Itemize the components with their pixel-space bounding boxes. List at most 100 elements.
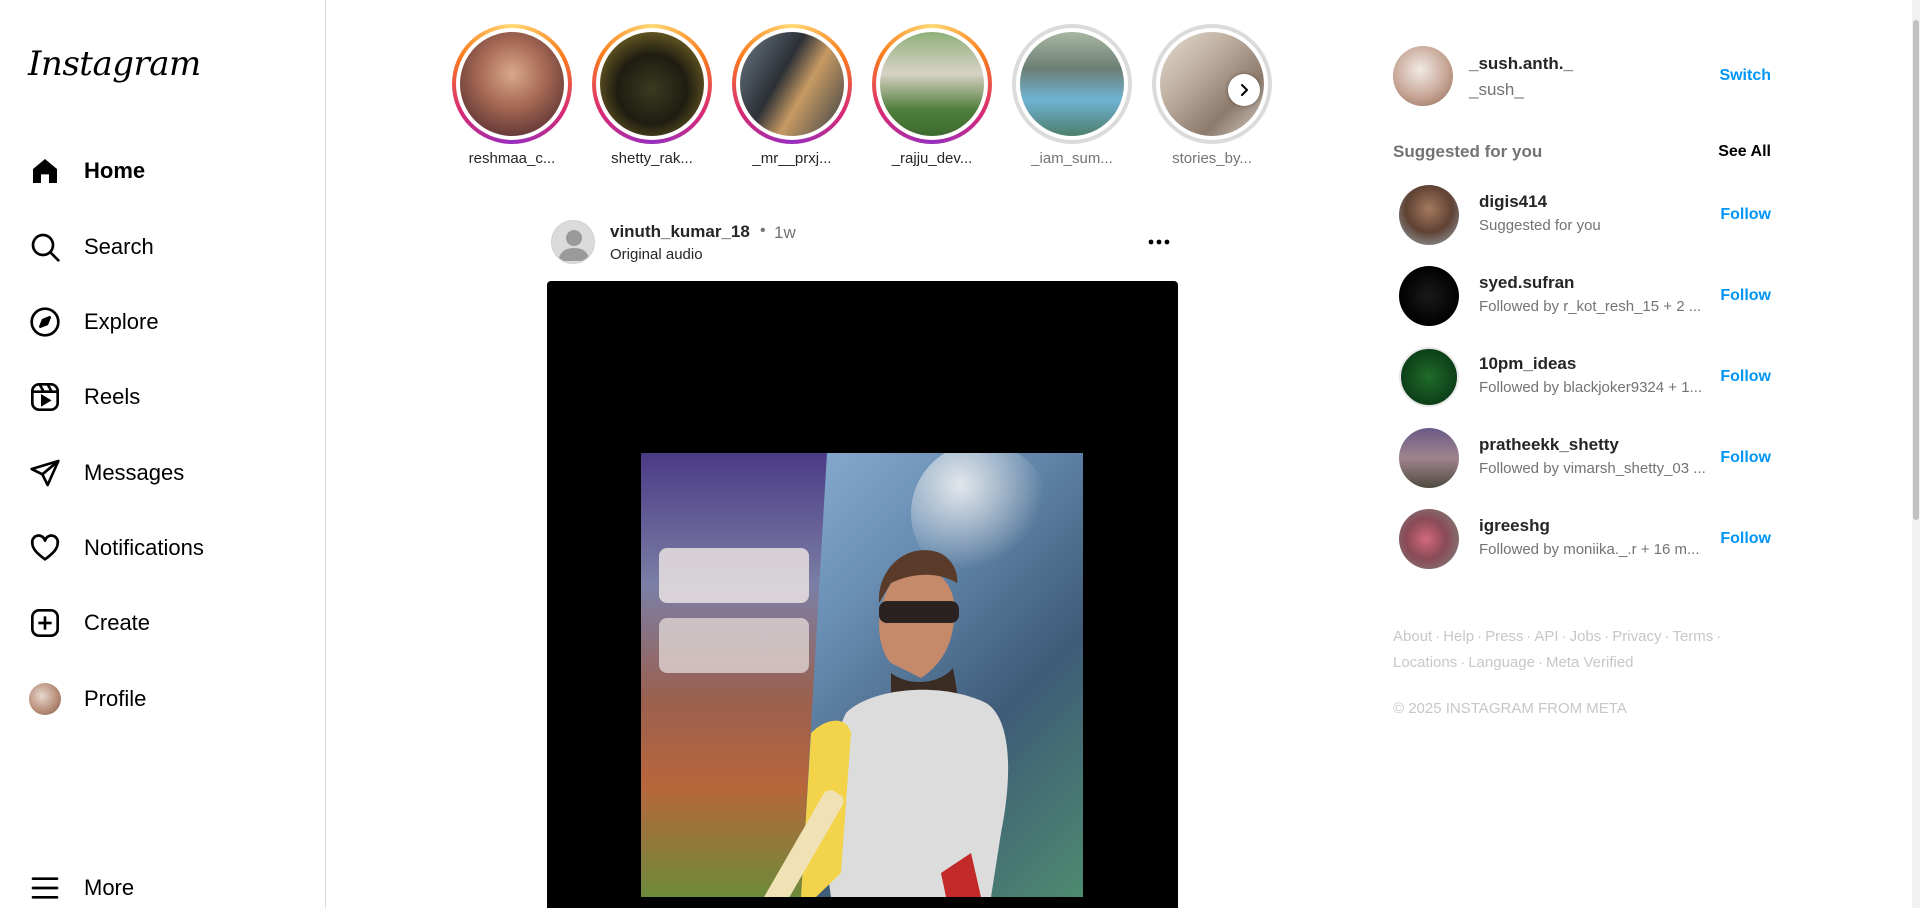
more-options-button[interactable] <box>1146 232 1172 252</box>
instagram-app: Instagram Home Search Explore Reels Mess… <box>0 0 1920 908</box>
footer-link-press[interactable]: Press <box>1485 628 1523 645</box>
story-item[interactable]: _mr__prxj... <box>730 24 854 167</box>
nav-reels-label: Reels <box>84 384 141 409</box>
suggestion-username[interactable]: digis414 <box>1479 192 1547 212</box>
suggestion-username[interactable]: igreeshg <box>1479 516 1550 536</box>
copyright-text: © 2025 INSTAGRAM FROM META <box>1393 700 1627 717</box>
default-user-icon <box>558 230 590 261</box>
post-image <box>641 453 1083 897</box>
see-all-link[interactable]: See All <box>1718 143 1771 161</box>
suggestion-username[interactable]: pratheekk_shetty <box>1479 435 1619 455</box>
story-username: shetty_rak... <box>611 150 693 167</box>
suggestion-row: 10pm_ideas Followed by blackjoker9324 + … <box>1399 346 1777 408</box>
follow-button[interactable]: Follow <box>1720 206 1771 224</box>
footer-links: About · Help · Press · API · Jobs · Privacy · Terms ·… <box>1393 628 1722 671</box>
suggestion-subtitle: Followed by blackjoker9324 + 1... <box>1479 379 1703 396</box>
suggestion-subtitle: Followed by vimarsh_shetty_03 ... <box>1479 460 1706 477</box>
footer-link-about[interactable]: About <box>1393 628 1432 645</box>
footer-link-privacy[interactable]: Privacy <box>1612 628 1661 645</box>
post-username[interactable]: vinuth_kumar_18 <box>610 222 750 242</box>
suggestion-avatar[interactable] <box>1399 266 1459 326</box>
nav-profile[interactable]: Profile <box>28 675 308 723</box>
story-username: _rajju_dev... <box>891 150 973 167</box>
follow-button[interactable]: Follow <box>1720 287 1771 305</box>
suggestion-subtitle: Followed by moniika._.r + 16 m... <box>1479 541 1700 558</box>
current-user-username[interactable]: _sush.anth._ <box>1469 54 1573 74</box>
nav-notifications[interactable]: Notifications <box>28 524 308 572</box>
page-scrollbar[interactable] <box>1912 0 1920 908</box>
nav-reels[interactable]: Reels <box>28 373 308 421</box>
nav-more-label: More <box>84 875 135 900</box>
footer-link-api[interactable]: API <box>1534 628 1558 645</box>
footer-link-language[interactable]: Language <box>1468 654 1535 671</box>
suggestion-username[interactable]: syed.sufran <box>1479 273 1574 293</box>
sidebar: Instagram Home Search Explore Reels Mess… <box>0 0 326 908</box>
current-user-avatar[interactable] <box>1393 46 1453 106</box>
story-username: stories_by... <box>1172 150 1252 167</box>
suggestion-row: igreeshg Followed by moniika._.r + 16 m.… <box>1399 508 1777 570</box>
nav-home-label: Home <box>84 158 146 183</box>
suggestion-row: pratheekk_shetty Followed by vimarsh_she… <box>1399 427 1777 489</box>
story-avatar <box>600 32 704 136</box>
story-avatar <box>1020 32 1124 136</box>
nav-search-label: Search <box>84 234 154 259</box>
nav-more[interactable]: More <box>28 864 308 908</box>
home-icon <box>28 154 62 188</box>
scrollbar-thumb[interactable] <box>1913 20 1919 520</box>
right-sidebar: _sush.anth._ _sush_ Switch Suggested for… <box>1393 0 1783 908</box>
follow-button[interactable]: Follow <box>1720 530 1771 548</box>
story-avatar <box>740 32 844 136</box>
suggestion-avatar[interactable] <box>1399 428 1459 488</box>
footer-link-help[interactable]: Help <box>1443 628 1474 645</box>
story-username: reshmaa_c... <box>468 150 556 167</box>
post-media[interactable] <box>547 281 1178 908</box>
story-avatar <box>460 32 564 136</box>
footer-link-jobs[interactable]: Jobs <box>1570 628 1602 645</box>
story-item[interactable]: shetty_rak... <box>590 24 714 167</box>
story-item[interactable]: _rajju_dev... <box>870 24 994 167</box>
post-author-avatar[interactable] <box>551 220 595 264</box>
story-item[interactable]: _iam_sum... <box>1010 24 1134 167</box>
nav-home[interactable]: Home <box>28 147 308 195</box>
nav-profile-label: Profile <box>84 686 147 711</box>
suggestion-row: digis414 Suggested for you Follow <box>1399 184 1777 246</box>
story-username: _iam_sum... <box>1031 150 1113 167</box>
suggestion-avatar[interactable] <box>1399 347 1459 407</box>
suggestion-avatar[interactable] <box>1399 185 1459 245</box>
suggestions-heading: Suggested for you <box>1393 142 1543 161</box>
suggestion-subtitle: Suggested for you <box>1479 217 1601 234</box>
heart-icon <box>28 531 62 565</box>
suggestion-avatar[interactable] <box>1399 509 1459 569</box>
paper-plane-icon <box>28 456 62 490</box>
footer-link-locations[interactable]: Locations <box>1393 654 1457 671</box>
nav-notifications-label: Notifications <box>84 535 204 560</box>
post-header: vinuth_kumar_18 • 1w Original audio <box>550 218 1178 268</box>
post-separator: • <box>760 222 766 239</box>
story-username: _mr__prxj... <box>752 150 832 167</box>
compass-icon <box>28 305 62 339</box>
suggestion-row: syed.sufran Followed by r_kot_resh_15 + … <box>1399 265 1777 327</box>
follow-button[interactable]: Follow <box>1720 368 1771 386</box>
nav-explore[interactable]: Explore <box>28 298 308 346</box>
switch-account-button[interactable]: Switch <box>1719 67 1771 85</box>
nav-create[interactable]: Create <box>28 599 308 647</box>
plus-square-icon <box>28 606 62 640</box>
hamburger-menu-icon <box>28 871 62 905</box>
search-icon <box>28 230 62 264</box>
nav-messages[interactable]: Messages <box>28 449 308 497</box>
suggestion-username[interactable]: 10pm_ideas <box>1479 354 1576 374</box>
nav-create-label: Create <box>84 610 151 635</box>
stories-next-button[interactable] <box>1228 74 1260 106</box>
footer-link-terms[interactable]: Terms <box>1672 628 1713 645</box>
story-item[interactable]: reshmaa_c... <box>450 24 574 167</box>
reels-icon <box>28 380 62 414</box>
post-audio-link[interactable]: Original audio <box>610 246 703 263</box>
instagram-logo[interactable]: Instagram <box>28 44 201 84</box>
stories-tray: reshmaa_c... shetty_rak... _mr__prxj... … <box>450 24 1280 174</box>
current-user-fullname: _sush_ <box>1469 80 1524 99</box>
follow-button[interactable]: Follow <box>1720 449 1771 467</box>
nav-search[interactable]: Search <box>28 223 308 271</box>
post-timestamp[interactable]: 1w <box>774 223 796 243</box>
profile-avatar <box>28 682 62 716</box>
footer-link-meta-verified[interactable]: Meta Verified <box>1546 654 1634 671</box>
